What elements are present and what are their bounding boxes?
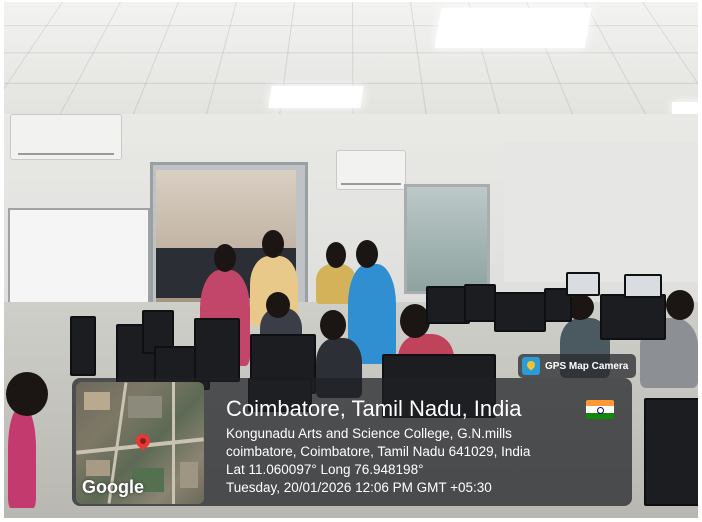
air-conditioner bbox=[10, 114, 122, 160]
computer-monitor bbox=[70, 316, 96, 376]
air-conditioner bbox=[336, 150, 406, 190]
address-line-2: coimbatore, Coimbatore, Tamil Nadu 64102… bbox=[226, 444, 531, 459]
india-flag-icon bbox=[586, 400, 614, 419]
classroom-photo: Google GPS Map Camera Coimbatore, Tamil … bbox=[4, 2, 698, 518]
person-head bbox=[214, 244, 236, 272]
window bbox=[404, 184, 490, 294]
map-road bbox=[172, 382, 175, 504]
address-line-1: Kongunadu Arts and Science College, G.N.… bbox=[226, 426, 512, 441]
coordinates: Lat 11.060097° Long 76.948198° bbox=[226, 462, 424, 477]
computer-monitor bbox=[566, 272, 600, 296]
ceiling-light bbox=[268, 86, 364, 108]
computer-monitor bbox=[600, 294, 666, 340]
computer-monitor bbox=[194, 318, 240, 382]
gps-map-camera-badge: GPS Map Camera bbox=[518, 354, 636, 378]
computer-monitor bbox=[494, 292, 546, 332]
ceiling-light bbox=[434, 8, 592, 48]
person-head bbox=[666, 290, 694, 320]
timestamp: Tuesday, 20/01/2026 12:06 PM GMT +05:30 bbox=[226, 480, 492, 495]
computer-monitor bbox=[464, 284, 496, 322]
person-head bbox=[320, 310, 346, 340]
right-wall bbox=[504, 142, 698, 282]
person-head bbox=[356, 240, 378, 268]
gps-map-camera-icon bbox=[522, 357, 540, 375]
map-building bbox=[84, 392, 110, 410]
computer-monitor bbox=[624, 274, 662, 298]
badge-label: GPS Map Camera bbox=[545, 360, 629, 372]
google-logo: Google bbox=[82, 477, 144, 497]
person-head bbox=[262, 230, 284, 258]
map-building bbox=[180, 462, 198, 488]
computer-monitor bbox=[644, 398, 698, 506]
person-head bbox=[6, 372, 48, 416]
location-title: Coimbatore, Tamil Nadu, India bbox=[226, 396, 522, 421]
map-building bbox=[86, 460, 110, 476]
person-head bbox=[266, 292, 290, 318]
person bbox=[8, 408, 36, 508]
map-thumbnail: Google bbox=[76, 382, 204, 504]
person-head bbox=[326, 242, 346, 268]
map-building bbox=[128, 396, 162, 418]
